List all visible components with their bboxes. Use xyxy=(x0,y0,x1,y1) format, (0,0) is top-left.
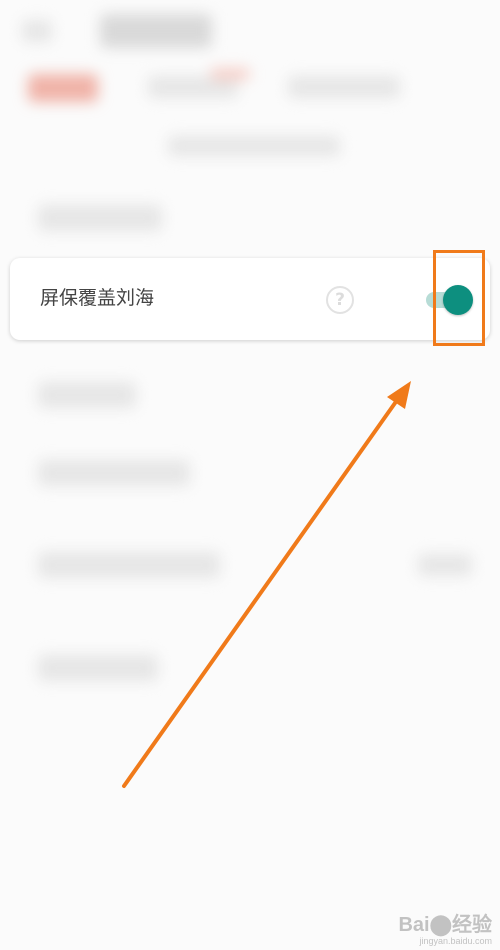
annotation-arrow-shaft xyxy=(122,394,402,788)
annotation-arrow xyxy=(122,381,411,788)
baidu-jingyan-watermark: Bai⬤经验 jingyan.baidu.com xyxy=(398,914,492,946)
watermark-main: Bai⬤经验 xyxy=(398,914,492,936)
annotation-arrow-head xyxy=(387,381,411,409)
watermark-sub: jingyan.baidu.com xyxy=(419,936,492,946)
